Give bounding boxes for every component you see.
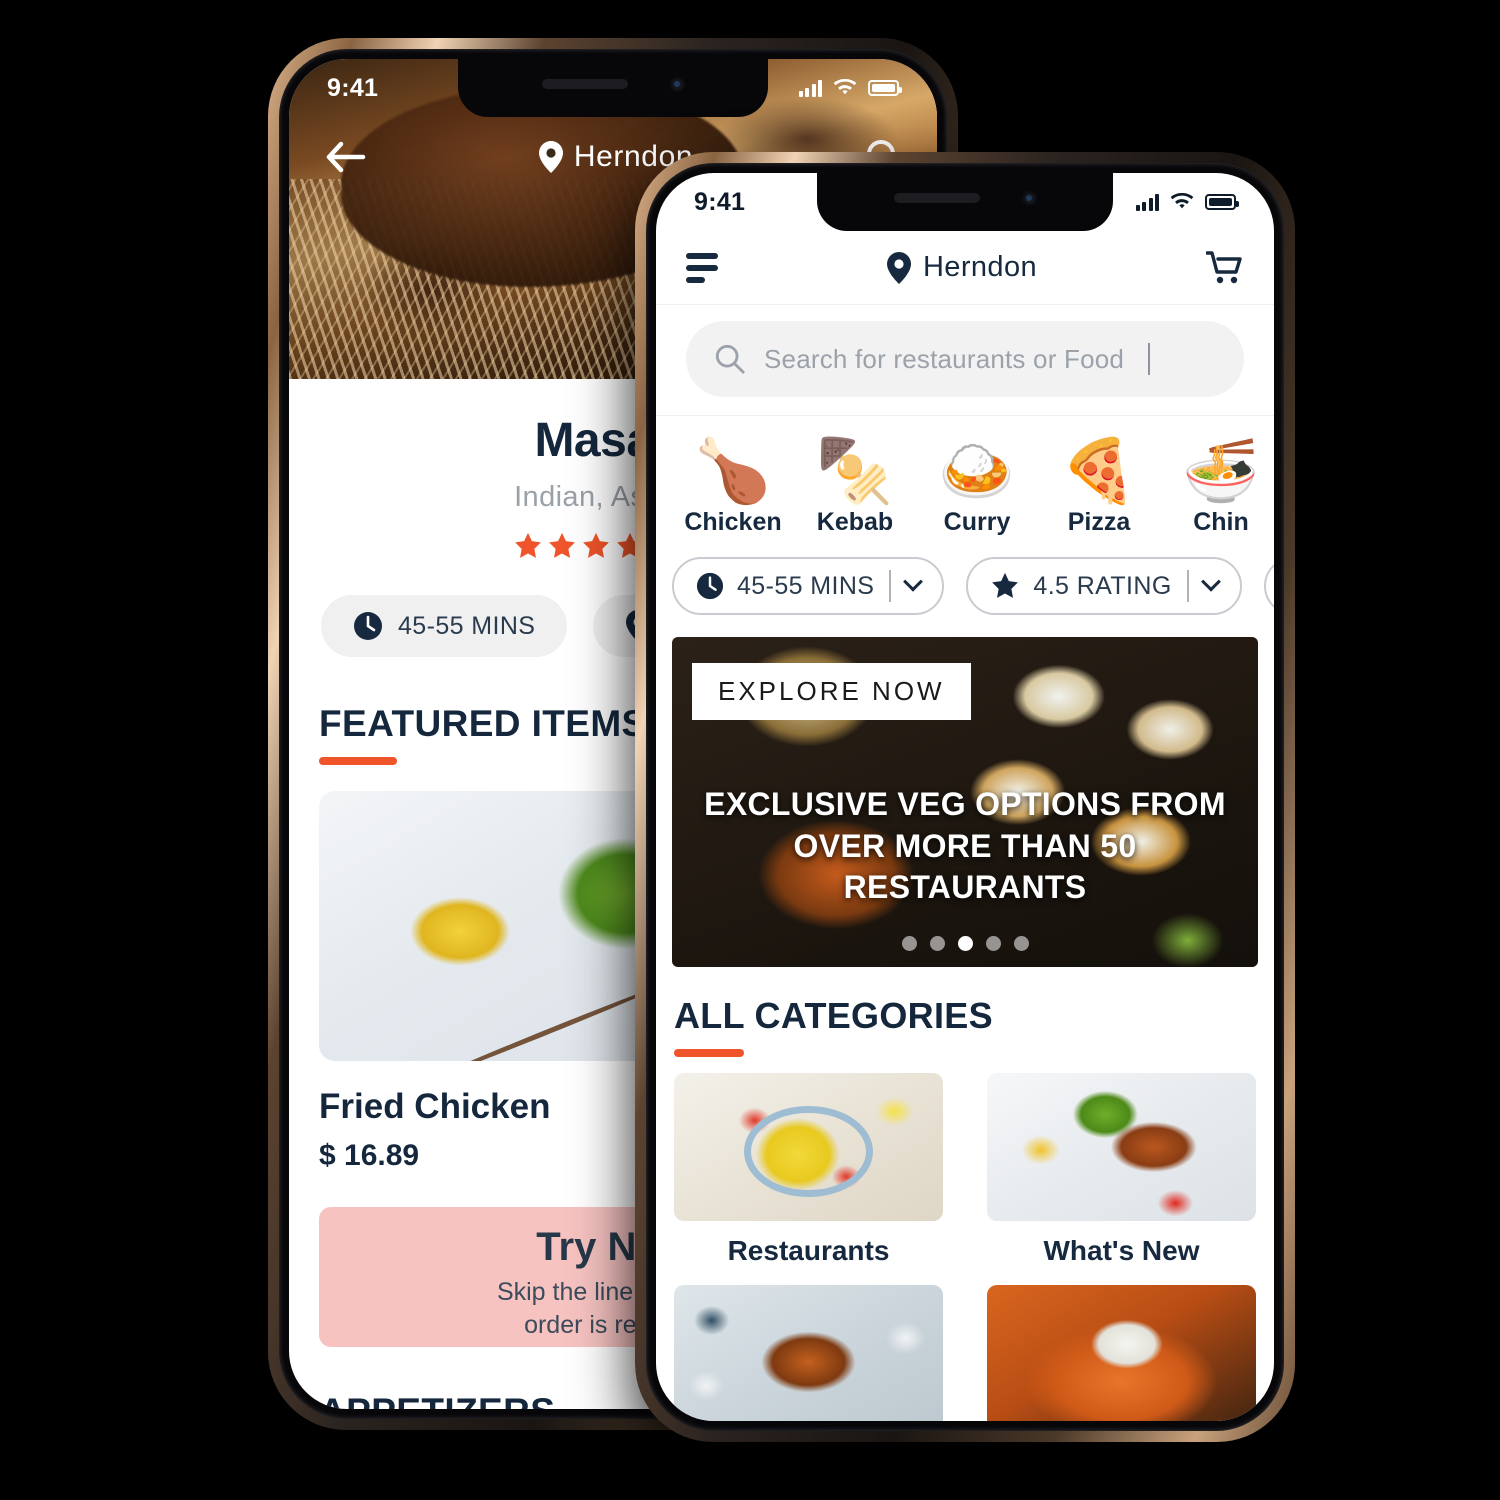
category-label: Chin <box>1193 508 1249 536</box>
category-strip[interactable]: 🍗 Chicken 🍢 Kebab 🍛 Curry 🍕 Pizza 🍜 Chin <box>656 416 1274 549</box>
filter-label: 4.5 RATING <box>1033 571 1172 600</box>
carousel-dot[interactable] <box>929 936 945 951</box>
category-item-kebab[interactable]: 🍢 Kebab <box>794 436 916 537</box>
arrow-left-icon[interactable] <box>323 140 367 174</box>
category-item-curry[interactable]: 🍛 Curry <box>916 436 1038 537</box>
filter-chip-row: 45-55 MINS 4.5 RATING <box>656 549 1274 631</box>
roast-chicken-icon: 🍗 <box>694 437 772 506</box>
explore-now-button[interactable]: EXPLORE NOW <box>692 663 971 720</box>
banner-headline-line-2: OVER MORE THAN 50 RESTAURANTS <box>793 827 1137 906</box>
front-camera <box>1021 190 1037 206</box>
category-card-image <box>987 1073 1256 1221</box>
status-time: 9:41 <box>327 73 379 102</box>
category-item-chicken[interactable]: 🍗 Chicken <box>672 436 794 537</box>
delivery-time-label: 45-55 MINS <box>398 611 536 640</box>
search-section: Search for restaurants or Food <box>656 305 1274 416</box>
screenshot-stage: 9:41 Herndon Masala Indian, Asian F 45-5… <box>0 0 1500 1500</box>
banner-headline-line-1: EXCLUSIVE VEG OPTIONS FROM <box>704 786 1226 823</box>
location-text: Herndon <box>922 251 1038 283</box>
front-phone-screen: 9:41 Herndon Search for restaurants or F… <box>656 173 1274 1421</box>
section-underline <box>674 1049 744 1057</box>
location-pin-icon <box>538 141 563 173</box>
category-item-chinese[interactable]: 🍜 Chin <box>1160 436 1274 537</box>
front-phone-bezel: 9:41 Herndon Search for restaurants or F… <box>646 163 1284 1431</box>
front-camera <box>669 76 685 92</box>
banner-headline: EXCLUSIVE VEG OPTIONS FROM OVER MORE THA… <box>672 784 1258 909</box>
divider <box>889 570 892 602</box>
chevron-down-icon[interactable] <box>1200 571 1221 592</box>
noodle-bowl-icon: 🍜 <box>1182 437 1260 506</box>
search-input[interactable]: Search for restaurants or Food <box>686 321 1244 397</box>
delivery-time-chip[interactable]: 45-55 MINS <box>321 595 568 657</box>
filter-chip-rating[interactable]: 4.5 RATING <box>966 557 1242 615</box>
star-icon <box>515 532 542 558</box>
status-indicators <box>798 79 902 97</box>
notch <box>458 59 768 117</box>
all-categories-title: ALL CATEGORIES <box>674 995 993 1036</box>
category-card-image <box>674 1285 943 1421</box>
location-pin-icon <box>886 251 911 284</box>
signal-bars-icon <box>1135 193 1159 211</box>
wifi-icon <box>833 79 857 95</box>
kebab-skewer-icon: 🍢 <box>816 437 894 506</box>
category-card-breakfast[interactable]: Breakfast <box>987 1285 1256 1421</box>
curry-bowl-icon: 🍛 <box>938 437 1016 506</box>
battery-icon <box>1205 194 1239 210</box>
promo-banner-carousel[interactable]: EXPLORE NOW EXCLUSIVE VEG OPTIONS FROM O… <box>672 637 1258 967</box>
status-time: 9:41 <box>694 187 746 216</box>
front-phone-device: 9:41 Herndon Search for restaurants or F… <box>635 152 1295 1442</box>
signal-bars-icon <box>798 79 822 97</box>
category-label: Pizza <box>1067 508 1131 536</box>
clock-icon <box>696 572 724 600</box>
filter-chip-delivery-time[interactable]: 45-55 MINS <box>672 557 945 615</box>
category-label: Chicken <box>684 508 782 536</box>
category-card-happy-hours[interactable]: Happy Hours <box>674 1285 943 1421</box>
chevron-down-icon[interactable] <box>903 571 924 592</box>
app-bar: Herndon <box>656 231 1274 305</box>
star-icon <box>992 572 1019 598</box>
carousel-dot[interactable] <box>1013 936 1029 951</box>
clock-icon <box>354 612 382 640</box>
filter-label: 45-55 MINS <box>737 571 875 600</box>
filter-chip-distance[interactable]: 1.3 M <box>1263 557 1274 615</box>
category-label: Kebab <box>816 508 894 536</box>
status-indicators <box>1135 193 1239 211</box>
category-label: Curry <box>943 508 1011 536</box>
category-card-label: What's New <box>1043 1235 1200 1266</box>
category-item-pizza[interactable]: 🍕 Pizza <box>1038 436 1160 537</box>
carousel-dot-active[interactable] <box>957 936 973 951</box>
category-card-whats-new[interactable]: What's New <box>987 1073 1256 1267</box>
star-icon <box>549 532 576 558</box>
all-categories-grid: Restaurants What's New Happy Hours Break… <box>656 1057 1274 1421</box>
hamburger-menu-icon[interactable] <box>686 252 718 283</box>
category-card-image <box>987 1285 1256 1421</box>
wifi-icon <box>1170 193 1194 209</box>
category-card-label: Restaurants <box>727 1235 890 1266</box>
search-placeholder: Search for restaurants or Food <box>764 343 1125 374</box>
shopping-cart-icon[interactable] <box>1206 250 1244 285</box>
category-card-image <box>674 1073 943 1221</box>
carousel-dots[interactable] <box>672 936 1258 951</box>
earpiece-speaker <box>893 193 980 203</box>
star-icon <box>583 532 610 558</box>
all-categories-header: ALL CATEGORIES <box>656 995 1274 1057</box>
text-caret <box>1148 343 1151 375</box>
battery-icon <box>868 80 902 96</box>
section-underline <box>319 757 397 765</box>
pizza-slice-icon: 🍕 <box>1060 437 1138 506</box>
search-icon <box>715 344 745 374</box>
carousel-dot[interactable] <box>901 936 917 951</box>
location-selector[interactable]: Herndon <box>718 251 1206 284</box>
notch <box>817 173 1113 231</box>
category-card-restaurants[interactable]: Restaurants <box>674 1073 943 1267</box>
divider <box>1186 570 1189 602</box>
carousel-dot[interactable] <box>985 936 1001 951</box>
earpiece-speaker <box>541 79 628 89</box>
